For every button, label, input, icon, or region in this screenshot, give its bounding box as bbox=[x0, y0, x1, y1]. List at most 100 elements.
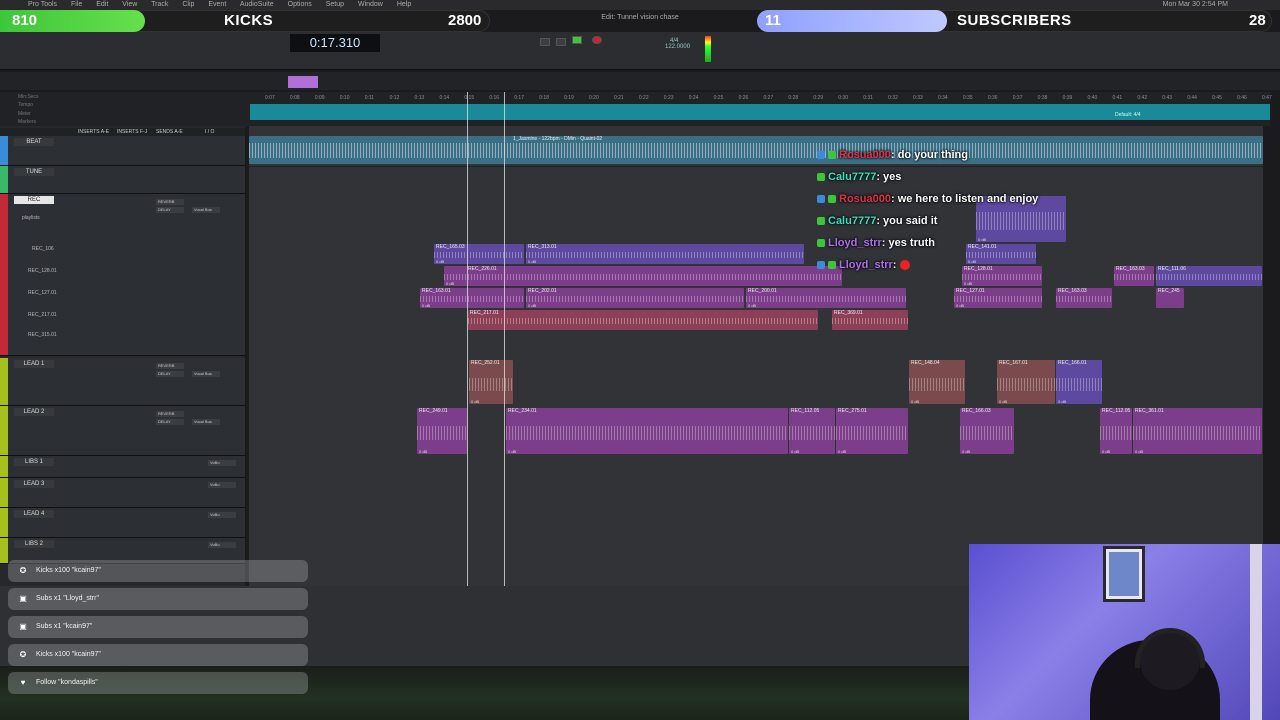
clip-lead-1[interactable]: REC_148.04 0 dB bbox=[909, 360, 965, 404]
track-lead-3[interactable]: LEAD 3 VoBo bbox=[0, 478, 245, 508]
waveform bbox=[789, 426, 835, 441]
track-rec[interactable]: REC REVERB DELAY Vocal Bus playlists REC… bbox=[0, 194, 245, 356]
track-lead-1[interactable]: LEAD 1 REVERB DELAY Vocal Bus bbox=[0, 358, 245, 406]
clip-rec[interactable]: REC_141.01 0 dB bbox=[966, 244, 1036, 264]
clip-lead-2[interactable]: REC_275.01 0 dB bbox=[836, 408, 908, 454]
track-tune[interactable]: TUNE bbox=[0, 166, 245, 194]
record-button[interactable] bbox=[592, 36, 602, 44]
clip-rec[interactable]: REC_163.03 bbox=[1056, 288, 1112, 308]
playlist-selector[interactable]: playlists bbox=[22, 215, 40, 221]
chat-username: Rosua000 bbox=[839, 149, 891, 161]
play-button[interactable] bbox=[572, 36, 582, 44]
insert-delay[interactable]: DELAY bbox=[156, 207, 184, 213]
insert-reverb[interactable]: REVERB bbox=[156, 363, 184, 369]
clip-rec[interactable]: REC_128.01 0 dB bbox=[962, 266, 1042, 286]
clip-lead-2[interactable]: REC_361.01 0 dB bbox=[1133, 408, 1262, 454]
track-name[interactable]: LEAD 1 bbox=[14, 360, 54, 368]
insert-reverb[interactable]: REVERB bbox=[156, 199, 184, 205]
menu-item[interactable]: Setup bbox=[326, 1, 344, 8]
playhead-cursor[interactable] bbox=[504, 92, 505, 664]
main-counter[interactable]: 0:17.310 bbox=[290, 34, 380, 52]
track-name[interactable]: LIBS 2 bbox=[14, 540, 54, 548]
overview-selection[interactable] bbox=[288, 76, 318, 88]
waveform bbox=[954, 296, 1042, 302]
ruler-label-meter: Meter bbox=[18, 111, 31, 117]
clip-rec[interactable]: REC_111.06 bbox=[1156, 266, 1262, 286]
track-color-strip bbox=[0, 478, 8, 507]
track-name[interactable]: LIBS 1 bbox=[14, 458, 54, 466]
subscribers-goal-fill bbox=[757, 10, 947, 32]
menu-item[interactable]: Event bbox=[208, 1, 226, 8]
clip-rec[interactable]: REC_217.01 bbox=[468, 310, 818, 330]
clip-rec[interactable]: REC_313.01 0 dB bbox=[526, 244, 804, 264]
menu-item[interactable]: Track bbox=[151, 1, 168, 8]
send-vobo[interactable]: VoBo bbox=[208, 542, 236, 548]
rewind-button[interactable] bbox=[540, 38, 550, 46]
ruler-tick-label: 0:46 bbox=[1237, 95, 1247, 101]
menu-item[interactable]: Help bbox=[397, 1, 411, 8]
ruler-tick-label: 0:14 bbox=[439, 95, 450, 101]
waveform bbox=[1156, 274, 1262, 280]
menu-item[interactable]: View bbox=[122, 1, 137, 8]
chat-text: : yes bbox=[876, 171, 902, 183]
clip-lead-2[interactable]: REC_112.05 0 dB bbox=[1100, 408, 1132, 454]
clip-rec[interactable]: REC_163.03 bbox=[1114, 266, 1154, 286]
track-name[interactable]: BEAT bbox=[14, 138, 54, 146]
menu-item[interactable]: AudioSuite bbox=[240, 1, 274, 8]
clip-lead-2[interactable]: REC_249.01 0 dB bbox=[417, 408, 467, 454]
send-vobo[interactable]: VoBo bbox=[208, 482, 236, 488]
track-libs-1[interactable]: LIBS 1 VoBo bbox=[0, 456, 245, 478]
clip-name: REC_167.01 bbox=[999, 360, 1028, 366]
clip-rec[interactable]: REC_200.01 0 dB bbox=[746, 288, 906, 308]
track-name[interactable]: LEAD 3 bbox=[14, 480, 54, 488]
clip-rec[interactable]: REC_163.01 0 dB bbox=[420, 288, 524, 308]
clip-rec[interactable]: REC_245 bbox=[1156, 288, 1184, 308]
track-beat[interactable]: BEAT bbox=[0, 136, 245, 166]
clip-lead-2[interactable]: REC_234.01 0 dB bbox=[506, 408, 788, 454]
ruler-tick-label: 0:33 bbox=[913, 95, 923, 101]
send-vobo[interactable]: VoBo bbox=[208, 512, 236, 518]
session-overview[interactable] bbox=[0, 72, 1280, 90]
track-name[interactable]: LEAD 4 bbox=[14, 510, 54, 518]
send-vocal-bus[interactable]: Vocal Bus bbox=[192, 419, 220, 425]
clip-lead-1[interactable]: REC_166.01 0 dB bbox=[1056, 360, 1102, 404]
send-vobo[interactable]: VoBo bbox=[208, 460, 236, 466]
clip-lead-2[interactable]: REC_166.03 0 dB bbox=[960, 408, 1014, 454]
clip-beat[interactable]: 1_Jasmine - 122bpm - DMin - Quaint-02 bbox=[249, 136, 1263, 164]
menu-item[interactable]: Edit bbox=[96, 1, 108, 8]
edit-timeline-area[interactable] bbox=[249, 126, 1263, 586]
alert-item: ✪ Kicks x100 "kcain97" bbox=[8, 644, 308, 666]
track-name[interactable]: TUNE bbox=[14, 168, 54, 176]
insert-delay[interactable]: DELAY bbox=[156, 371, 184, 377]
clip-rec[interactable]: REC_127.01 0 dB bbox=[954, 288, 1042, 308]
clip-rec[interactable]: REC_202.01 0 dB bbox=[526, 288, 744, 308]
edit-window-title: Edit: Tunnel vision chase bbox=[601, 14, 679, 21]
clip-rec[interactable]: REC_369.01 bbox=[832, 310, 908, 330]
insert-reverb[interactable]: REVERB bbox=[156, 411, 184, 417]
menu-item[interactable]: Window bbox=[358, 1, 383, 8]
menu-item[interactable]: Pro Tools bbox=[28, 1, 57, 8]
alert-text: Subs x1 "kcain97" bbox=[36, 623, 93, 630]
track-name[interactable]: LEAD 2 bbox=[14, 408, 54, 416]
clip-rec[interactable]: REC_165.03 0 dB bbox=[434, 244, 524, 264]
clip-lead-1[interactable]: REC_252.01 0 dB bbox=[469, 360, 513, 404]
clip-lead-1[interactable]: REC_167.01 0 dB bbox=[997, 360, 1055, 404]
chat-username: Calu7777 bbox=[828, 171, 877, 183]
transport-toolbar bbox=[0, 32, 1280, 70]
menu-item[interactable]: File bbox=[71, 1, 82, 8]
clip-lead-2[interactable]: REC_112.05 0 dB bbox=[789, 408, 835, 454]
menu-item[interactable]: Options bbox=[288, 1, 312, 8]
track-lead-2[interactable]: LEAD 2 REVERB DELAY Vocal Bus bbox=[0, 406, 245, 456]
ruler-tick-label: 0:25 bbox=[713, 95, 724, 101]
clip-name: REC_234.01 bbox=[508, 408, 537, 414]
menu-item[interactable]: Clip bbox=[182, 1, 194, 8]
insert-delay[interactable]: DELAY bbox=[156, 419, 184, 425]
clip-gain: 0 dB bbox=[528, 259, 537, 264]
track-name[interactable]: REC bbox=[14, 196, 54, 204]
send-vocal-bus[interactable]: Vocal Bus bbox=[192, 207, 220, 213]
stop-button[interactable] bbox=[556, 38, 566, 46]
send-vocal-bus[interactable]: Vocal Bus bbox=[192, 371, 220, 377]
ruler-tick-label: 0:37 bbox=[1012, 95, 1023, 101]
default-meter-label: Default: 4/4 bbox=[1115, 112, 1141, 118]
track-lead-4[interactable]: LEAD 4 VoBo bbox=[0, 508, 245, 538]
